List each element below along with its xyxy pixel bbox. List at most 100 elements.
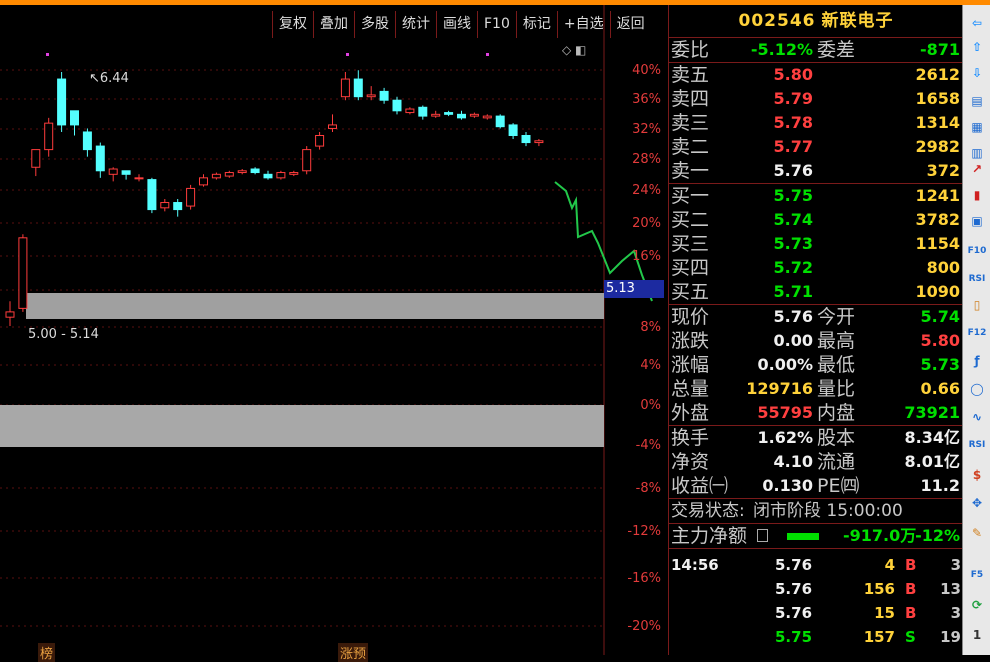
level-volume: 1241 bbox=[915, 186, 960, 205]
grid-icon[interactable]: ▦ bbox=[966, 117, 988, 138]
level-price: 5.77 bbox=[773, 137, 813, 156]
detail-icon[interactable] bbox=[757, 529, 768, 542]
left-arrow-icon[interactable]: ⇦ bbox=[966, 13, 988, 34]
stat-label: 最低 bbox=[817, 354, 856, 376]
candle-body bbox=[31, 149, 41, 168]
dollar-icon[interactable]: $ bbox=[966, 465, 988, 486]
candle-body bbox=[431, 113, 441, 117]
toolbar-button-4[interactable]: 画线 bbox=[436, 11, 477, 38]
toolbar-button-0[interactable]: 复权 bbox=[272, 11, 313, 38]
kline-chart-area[interactable]: 复权 叠加 多股 统计 画线 F10 标记 +自选 返回 ◇ ◧ ↖6.44 5.00 - 5.… bbox=[0, 5, 664, 662]
candle-body bbox=[199, 177, 208, 186]
stat-value: 0.00 bbox=[773, 331, 813, 350]
candle-body bbox=[521, 135, 531, 144]
pct-tick: 0% bbox=[640, 398, 661, 413]
f5-icon[interactable]: F5 bbox=[966, 565, 988, 586]
f10-icon[interactable]: F10 bbox=[966, 241, 988, 262]
sell-level-row: 卖五 5.80 2612 bbox=[669, 63, 963, 87]
candle-body bbox=[82, 131, 92, 151]
level-volume: 1658 bbox=[915, 89, 960, 108]
candle-body bbox=[134, 177, 144, 180]
weibi-label: 委比 bbox=[671, 39, 710, 61]
toolbar-button-6[interactable]: 标记 bbox=[515, 11, 557, 38]
rsi-icon[interactable]: RSI bbox=[966, 435, 988, 456]
stat-label: 外盘 bbox=[671, 402, 710, 424]
toolbar-button-7[interactable]: +自选 bbox=[556, 11, 610, 38]
tick-count: 13 bbox=[940, 580, 961, 598]
candle-body bbox=[70, 110, 79, 126]
level-volume: 3782 bbox=[915, 210, 960, 229]
stat-label: 股本 bbox=[817, 427, 856, 449]
sell-level-row: 卖一 5.76 372 bbox=[669, 159, 963, 183]
toolbar-button-5[interactable]: F10 bbox=[477, 11, 516, 38]
up-arrow-icon[interactable]: ⇧ bbox=[966, 37, 988, 58]
stat-value: 5.76 bbox=[773, 307, 813, 326]
tick-row: 5.76 156 B 13 bbox=[669, 577, 963, 601]
line-chart-icon[interactable]: ↗ bbox=[966, 159, 988, 180]
rsi-box-icon[interactable]: RSI bbox=[966, 269, 988, 290]
level-price: 5.76 bbox=[773, 161, 813, 180]
level-label: 卖二 bbox=[671, 136, 710, 158]
pen-icon[interactable]: ✎ bbox=[966, 523, 988, 544]
pct-tick: -12% bbox=[627, 524, 661, 539]
pct-tick: -8% bbox=[635, 481, 661, 496]
refresh-icon[interactable]: ⟳ bbox=[966, 595, 988, 616]
stat-row: 涨跌 0.00 最高 5.80 bbox=[669, 329, 963, 353]
list-icon[interactable]: ▤ bbox=[966, 91, 988, 112]
toolbar-button-2[interactable]: 多股 bbox=[354, 11, 395, 38]
f12-icon[interactable]: F12 bbox=[966, 323, 988, 344]
candle-body bbox=[237, 170, 247, 174]
pct-tick: 32% bbox=[632, 122, 661, 137]
toolbar-button-3[interactable]: 统计 bbox=[395, 11, 436, 38]
page-1[interactable]: 1 bbox=[966, 625, 988, 646]
multi-window-icon[interactable]: ▣ bbox=[966, 211, 988, 232]
level-price: 5.72 bbox=[773, 258, 813, 277]
tag-rise-warning[interactable]: 涨预 bbox=[338, 643, 369, 662]
chart-mini-buttons[interactable]: ◇ ◧ bbox=[562, 43, 586, 57]
level-label: 买二 bbox=[671, 209, 710, 231]
down-arrow-icon[interactable]: ⇩ bbox=[966, 63, 988, 84]
stat-value: 4.10 bbox=[773, 452, 813, 471]
stock-code: 002546 bbox=[738, 11, 816, 31]
circle-icon[interactable]: ◯ bbox=[966, 379, 988, 400]
stock-name: 新联电子 bbox=[821, 11, 894, 31]
doc-icon[interactable]: ▯ bbox=[966, 295, 988, 316]
fundamental-stats: 换手 1.62% 股本 8.34亿 净资 4.10 流通 8.01亿 收益㈠ 0.130 PE㈣ 11… bbox=[669, 425, 963, 498]
high-price-label: ↖6.44 bbox=[89, 71, 129, 86]
chart-toolbar: 复权 叠加 多股 统计 画线 F10 标记 +自选 返回 bbox=[272, 11, 651, 38]
quote-panel: 002546 新联电子 委比 -5.12% 委差 -871 卖五 5.80 2612 卖… bbox=[668, 5, 963, 655]
pct-tick: 40% bbox=[632, 63, 661, 78]
pct-tick: 16% bbox=[632, 249, 661, 264]
level-label: 买五 bbox=[671, 281, 710, 303]
level-volume: 2612 bbox=[915, 65, 960, 84]
cursor-price-tag: 5.13 bbox=[604, 280, 664, 298]
price-zone-lower bbox=[0, 405, 604, 447]
toolbar-button-1[interactable]: 叠加 bbox=[313, 11, 354, 38]
tag-rank[interactable]: 榜 bbox=[38, 643, 56, 662]
stat-row: 涨幅 0.00% 最低 5.73 bbox=[669, 353, 963, 377]
stat-label: 换手 bbox=[671, 427, 710, 449]
move-icon[interactable]: ✥ bbox=[966, 493, 988, 514]
trade-status-row: 交易状态: 闭市阶段 15:00:00 bbox=[669, 498, 963, 523]
level-price: 5.73 bbox=[773, 234, 813, 253]
tick-volume: 156 bbox=[863, 580, 895, 598]
level-label: 买一 bbox=[671, 185, 710, 207]
percent-axis: 40%36%32%28%24%20%16%12%8%4%0%-4%-8%-12%… bbox=[605, 5, 663, 655]
x-chart-icon[interactable]: ƒ bbox=[966, 351, 988, 372]
candle-body bbox=[108, 168, 118, 175]
candle-body bbox=[302, 149, 312, 172]
tick-price: 5.76 bbox=[775, 604, 813, 622]
tick-volume: 4 bbox=[884, 556, 895, 574]
level-label: 买四 bbox=[671, 257, 710, 279]
stock-header: 002546 新联电子 bbox=[669, 5, 963, 38]
stat-value: 11.2 bbox=[920, 476, 960, 495]
stat-value: 73921 bbox=[904, 403, 960, 422]
level-volume: 1154 bbox=[915, 234, 960, 253]
candle-chart-icon[interactable]: ▮ bbox=[966, 185, 988, 206]
tick-volume: 15 bbox=[874, 604, 895, 622]
stat-label: 流通 bbox=[817, 451, 856, 473]
stat-row: 净资 4.10 流通 8.01亿 bbox=[669, 450, 963, 474]
sell-level-row: 卖三 5.78 1314 bbox=[669, 111, 963, 135]
tick-list[interactable]: 14:56 5.76 4 B 3 5.76 156 B 13 5.76 15 B 3 5.75 157 S 19 bbox=[669, 548, 963, 649]
wave-icon[interactable]: ∿ bbox=[966, 407, 988, 428]
